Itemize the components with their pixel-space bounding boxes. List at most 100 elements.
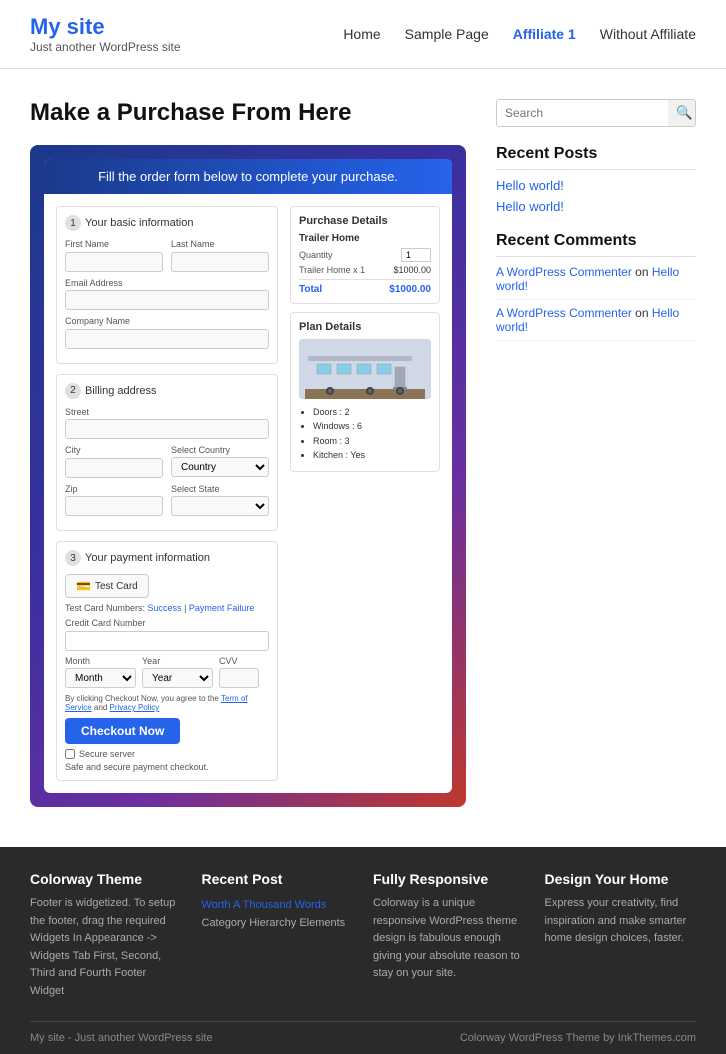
footer-col-1: Colorway Theme Footer is widgetized. To … bbox=[30, 871, 182, 1001]
footer-bottom-left: My site - Just another WordPress site bbox=[30, 1032, 213, 1044]
email-label: Email Address bbox=[65, 278, 269, 288]
comment-2: A WordPress Commenter on Hello world! bbox=[496, 306, 696, 341]
city-input[interactable] bbox=[65, 458, 163, 478]
total-value: $1000.00 bbox=[389, 284, 431, 295]
first-name-label: First Name bbox=[65, 239, 163, 249]
footer-col-1-text: Footer is widgetized. To setup the foote… bbox=[30, 895, 182, 1001]
country-label: Select Country bbox=[171, 445, 269, 455]
comment-author-1[interactable]: A WordPress Commenter bbox=[496, 265, 632, 279]
comment-author-2[interactable]: A WordPress Commenter bbox=[496, 306, 632, 320]
plan-features: Doors : 2 Windows : 6 Room : 3 Kitchen :… bbox=[299, 405, 431, 463]
first-name-input[interactable] bbox=[65, 252, 163, 272]
feature-doors: Doors : 2 bbox=[313, 405, 431, 419]
quantity-input[interactable] bbox=[401, 248, 431, 262]
footer-col-3-title: Fully Responsive bbox=[373, 871, 525, 887]
nav-sample-page[interactable]: Sample Page bbox=[405, 26, 489, 42]
total-label: Total bbox=[299, 284, 322, 295]
footer-recent-post-link[interactable]: Worth A Thousand Words bbox=[202, 899, 327, 911]
footer-col-2: Recent Post Worth A Thousand Words Categ… bbox=[202, 871, 354, 1001]
cvv-input[interactable] bbox=[219, 668, 259, 688]
payment-section: 3 Your payment information 💳 Test Card T… bbox=[56, 541, 278, 781]
purchase-details-box: Purchase Details Trailer Home Quantity T… bbox=[290, 206, 440, 304]
footer-col-2-title: Recent Post bbox=[202, 871, 354, 887]
search-box: 🔍 bbox=[496, 99, 696, 127]
nav-without-affiliate[interactable]: Without Affiliate bbox=[600, 26, 696, 42]
failure-link[interactable]: Payment Failure bbox=[189, 603, 255, 613]
plan-details-box: Plan Details bbox=[290, 312, 440, 472]
footer-col-4: Design Your Home Express your creativity… bbox=[545, 871, 697, 1001]
purchase-container: Fill the order form below to complete yo… bbox=[30, 145, 466, 807]
payment-title: 3 Your payment information bbox=[65, 550, 269, 566]
last-name-label: Last Name bbox=[171, 239, 269, 249]
safe-text: Safe and secure payment checkout. bbox=[65, 762, 269, 772]
cvv-label: CVV bbox=[219, 656, 269, 666]
recent-comments-section: Recent Comments A WordPress Commenter on… bbox=[496, 232, 696, 341]
month-select[interactable]: Month bbox=[65, 668, 136, 688]
zip-label: Zip bbox=[65, 484, 163, 494]
year-select[interactable]: Year bbox=[142, 668, 213, 688]
section-num-2: 2 bbox=[65, 383, 81, 399]
comment-1: A WordPress Commenter on Hello world! bbox=[496, 265, 696, 300]
month-label: Month bbox=[65, 656, 136, 666]
purchase-inner: Fill the order form below to complete yo… bbox=[44, 159, 452, 793]
main-nav: Home Sample Page Affiliate 1 Without Aff… bbox=[343, 26, 696, 42]
basic-info-title: 1 Your basic information bbox=[65, 215, 269, 231]
recent-comments-title: Recent Comments bbox=[496, 232, 696, 257]
recent-post-2[interactable]: Hello world! bbox=[496, 199, 696, 214]
site-title: My site bbox=[30, 14, 181, 40]
footer-bottom-right: Colorway WordPress Theme by InkThemes.co… bbox=[460, 1032, 696, 1044]
test-card-button[interactable]: 💳 Test Card bbox=[65, 574, 149, 598]
feature-windows: Windows : 6 bbox=[313, 419, 431, 433]
secure-checkbox[interactable] bbox=[65, 749, 75, 759]
country-select[interactable]: Country bbox=[171, 457, 269, 477]
terms-text: By clicking Checkout Now, you agree to t… bbox=[65, 694, 269, 712]
form-left: 1 Your basic information First Name Last… bbox=[56, 206, 278, 781]
cc-number-input[interactable] bbox=[65, 631, 269, 651]
line-item-price: $1000.00 bbox=[393, 265, 431, 275]
site-footer: Colorway Theme Footer is widgetized. To … bbox=[0, 847, 726, 1054]
secure-row: Secure server bbox=[65, 749, 269, 759]
city-label: City bbox=[65, 445, 163, 455]
test-card-info: Test Card Numbers: Success | Payment Fai… bbox=[65, 603, 269, 613]
total-row: Total $1000.00 bbox=[299, 279, 431, 295]
search-button[interactable]: 🔍 bbox=[668, 100, 696, 126]
email-input[interactable] bbox=[65, 290, 269, 310]
nav-home[interactable]: Home bbox=[343, 26, 380, 42]
street-input[interactable] bbox=[65, 419, 269, 439]
footer-col-3: Fully Responsive Colorway is a unique re… bbox=[373, 871, 525, 1001]
recent-posts-section: Recent Posts Hello world! Hello world! bbox=[496, 145, 696, 214]
privacy-link[interactable]: Privacy Policy bbox=[110, 703, 160, 712]
footer-bottom: My site - Just another WordPress site Co… bbox=[30, 1021, 696, 1054]
zip-input[interactable] bbox=[65, 496, 163, 516]
purchase-header: Fill the order form below to complete yo… bbox=[44, 159, 452, 194]
credit-card-icon: 💳 bbox=[76, 579, 91, 593]
content-area: Make a Purchase From Here Fill the order… bbox=[30, 99, 466, 807]
footer-col-2-text2: Category Hierarchy Elements bbox=[202, 915, 354, 933]
page-title: Make a Purchase From Here bbox=[30, 99, 466, 127]
company-input[interactable] bbox=[65, 329, 269, 349]
item-name: Trailer Home bbox=[299, 233, 431, 244]
form-body: 1 Your basic information First Name Last… bbox=[44, 194, 452, 793]
footer-grid: Colorway Theme Footer is widgetized. To … bbox=[30, 871, 696, 1021]
site-branding: My site Just another WordPress site bbox=[30, 14, 181, 54]
feature-kitchen: Kitchen : Yes bbox=[313, 448, 431, 462]
state-select[interactable] bbox=[171, 496, 269, 516]
main-content: Make a Purchase From Here Fill the order… bbox=[0, 69, 726, 837]
site-header: My site Just another WordPress site Home… bbox=[0, 0, 726, 69]
feature-rooms: Room : 3 bbox=[313, 434, 431, 448]
site-tagline: Just another WordPress site bbox=[30, 40, 181, 54]
recent-post-1[interactable]: Hello world! bbox=[496, 178, 696, 193]
recent-posts-title: Recent Posts bbox=[496, 145, 696, 170]
line-item-row: Trailer Home x 1 $1000.00 bbox=[299, 265, 431, 275]
billing-section: 2 Billing address Street bbox=[56, 374, 278, 532]
form-right: Purchase Details Trailer Home Quantity T… bbox=[290, 206, 440, 781]
nav-affiliate1[interactable]: Affiliate 1 bbox=[513, 26, 576, 42]
last-name-input[interactable] bbox=[171, 252, 269, 272]
cc-label: Credit Card Number bbox=[65, 618, 269, 628]
purchase-details-title: Purchase Details bbox=[299, 215, 431, 227]
company-label: Company Name bbox=[65, 316, 269, 326]
footer-col-3-text: Colorway is a unique responsive WordPres… bbox=[373, 895, 525, 983]
search-input[interactable] bbox=[497, 100, 668, 126]
checkout-button[interactable]: Checkout Now bbox=[65, 718, 180, 744]
success-link[interactable]: Success bbox=[148, 603, 182, 613]
